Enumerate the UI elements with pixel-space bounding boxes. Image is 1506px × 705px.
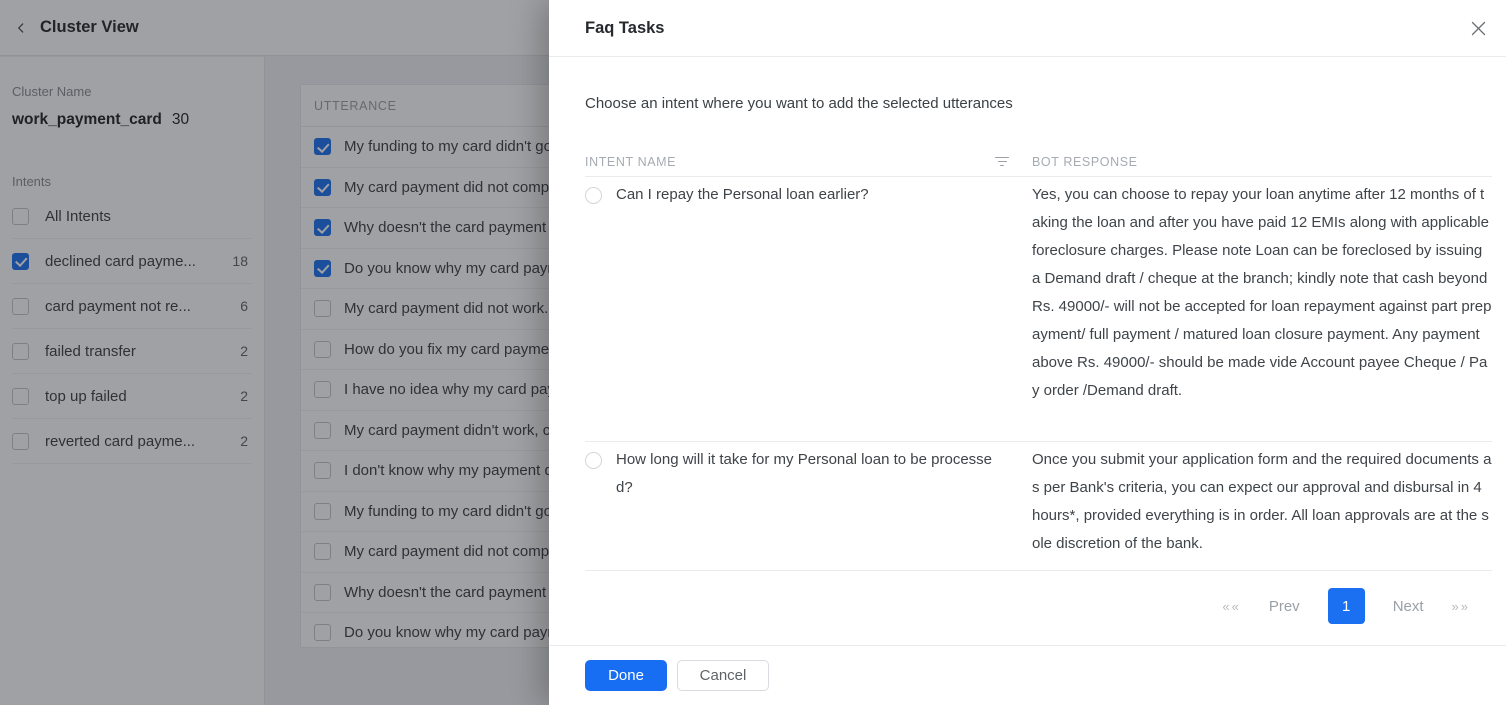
- cancel-button[interactable]: Cancel: [677, 660, 769, 691]
- intent-radio[interactable]: [585, 187, 602, 204]
- close-icon[interactable]: [1466, 16, 1490, 40]
- bot-response-column-header: BOT RESPONSE: [1032, 155, 1138, 169]
- done-button[interactable]: Done: [585, 660, 667, 691]
- intent-radio[interactable]: [585, 452, 602, 469]
- pagination-next[interactable]: Next: [1393, 598, 1424, 615]
- pagination-prev[interactable]: Prev: [1269, 598, 1300, 615]
- filter-icon[interactable]: [994, 156, 1010, 168]
- bot-response: Yes, you can choose to repay your loan a…: [1032, 181, 1492, 429]
- intent-name: How long will it take for my Personal lo…: [616, 446, 998, 502]
- faq-table: INTENT NAME BOT RESPONSE Can I repay the…: [585, 147, 1492, 571]
- faq-tasks-modal: Faq Tasks Choose an intent where you wan…: [549, 0, 1506, 705]
- pagination-first[interactable]: ««: [1222, 599, 1240, 614]
- faq-row: Can I repay the Personal loan earlier? Y…: [585, 177, 1492, 442]
- bot-response: Once you submit your application form an…: [1032, 446, 1492, 558]
- table-header-row: INTENT NAME BOT RESPONSE: [585, 147, 1492, 177]
- pagination-page-1[interactable]: 1: [1328, 588, 1365, 624]
- intent-name-column-header: INTENT NAME: [585, 155, 994, 169]
- modal-header: Faq Tasks: [549, 0, 1506, 57]
- modal-subtitle: Choose an intent where you want to add t…: [585, 95, 1470, 112]
- modal-footer: Done Cancel: [549, 645, 1506, 705]
- faq-row: How long will it take for my Personal lo…: [585, 442, 1492, 571]
- cluster-view-page: Cluster View Cluster Name work_payment_c…: [0, 0, 1506, 705]
- intent-name: Can I repay the Personal loan earlier?: [616, 181, 998, 209]
- pagination: «« Prev 1 Next »»: [549, 588, 1470, 624]
- modal-title: Faq Tasks: [585, 19, 1466, 38]
- pagination-last[interactable]: »»: [1452, 599, 1470, 614]
